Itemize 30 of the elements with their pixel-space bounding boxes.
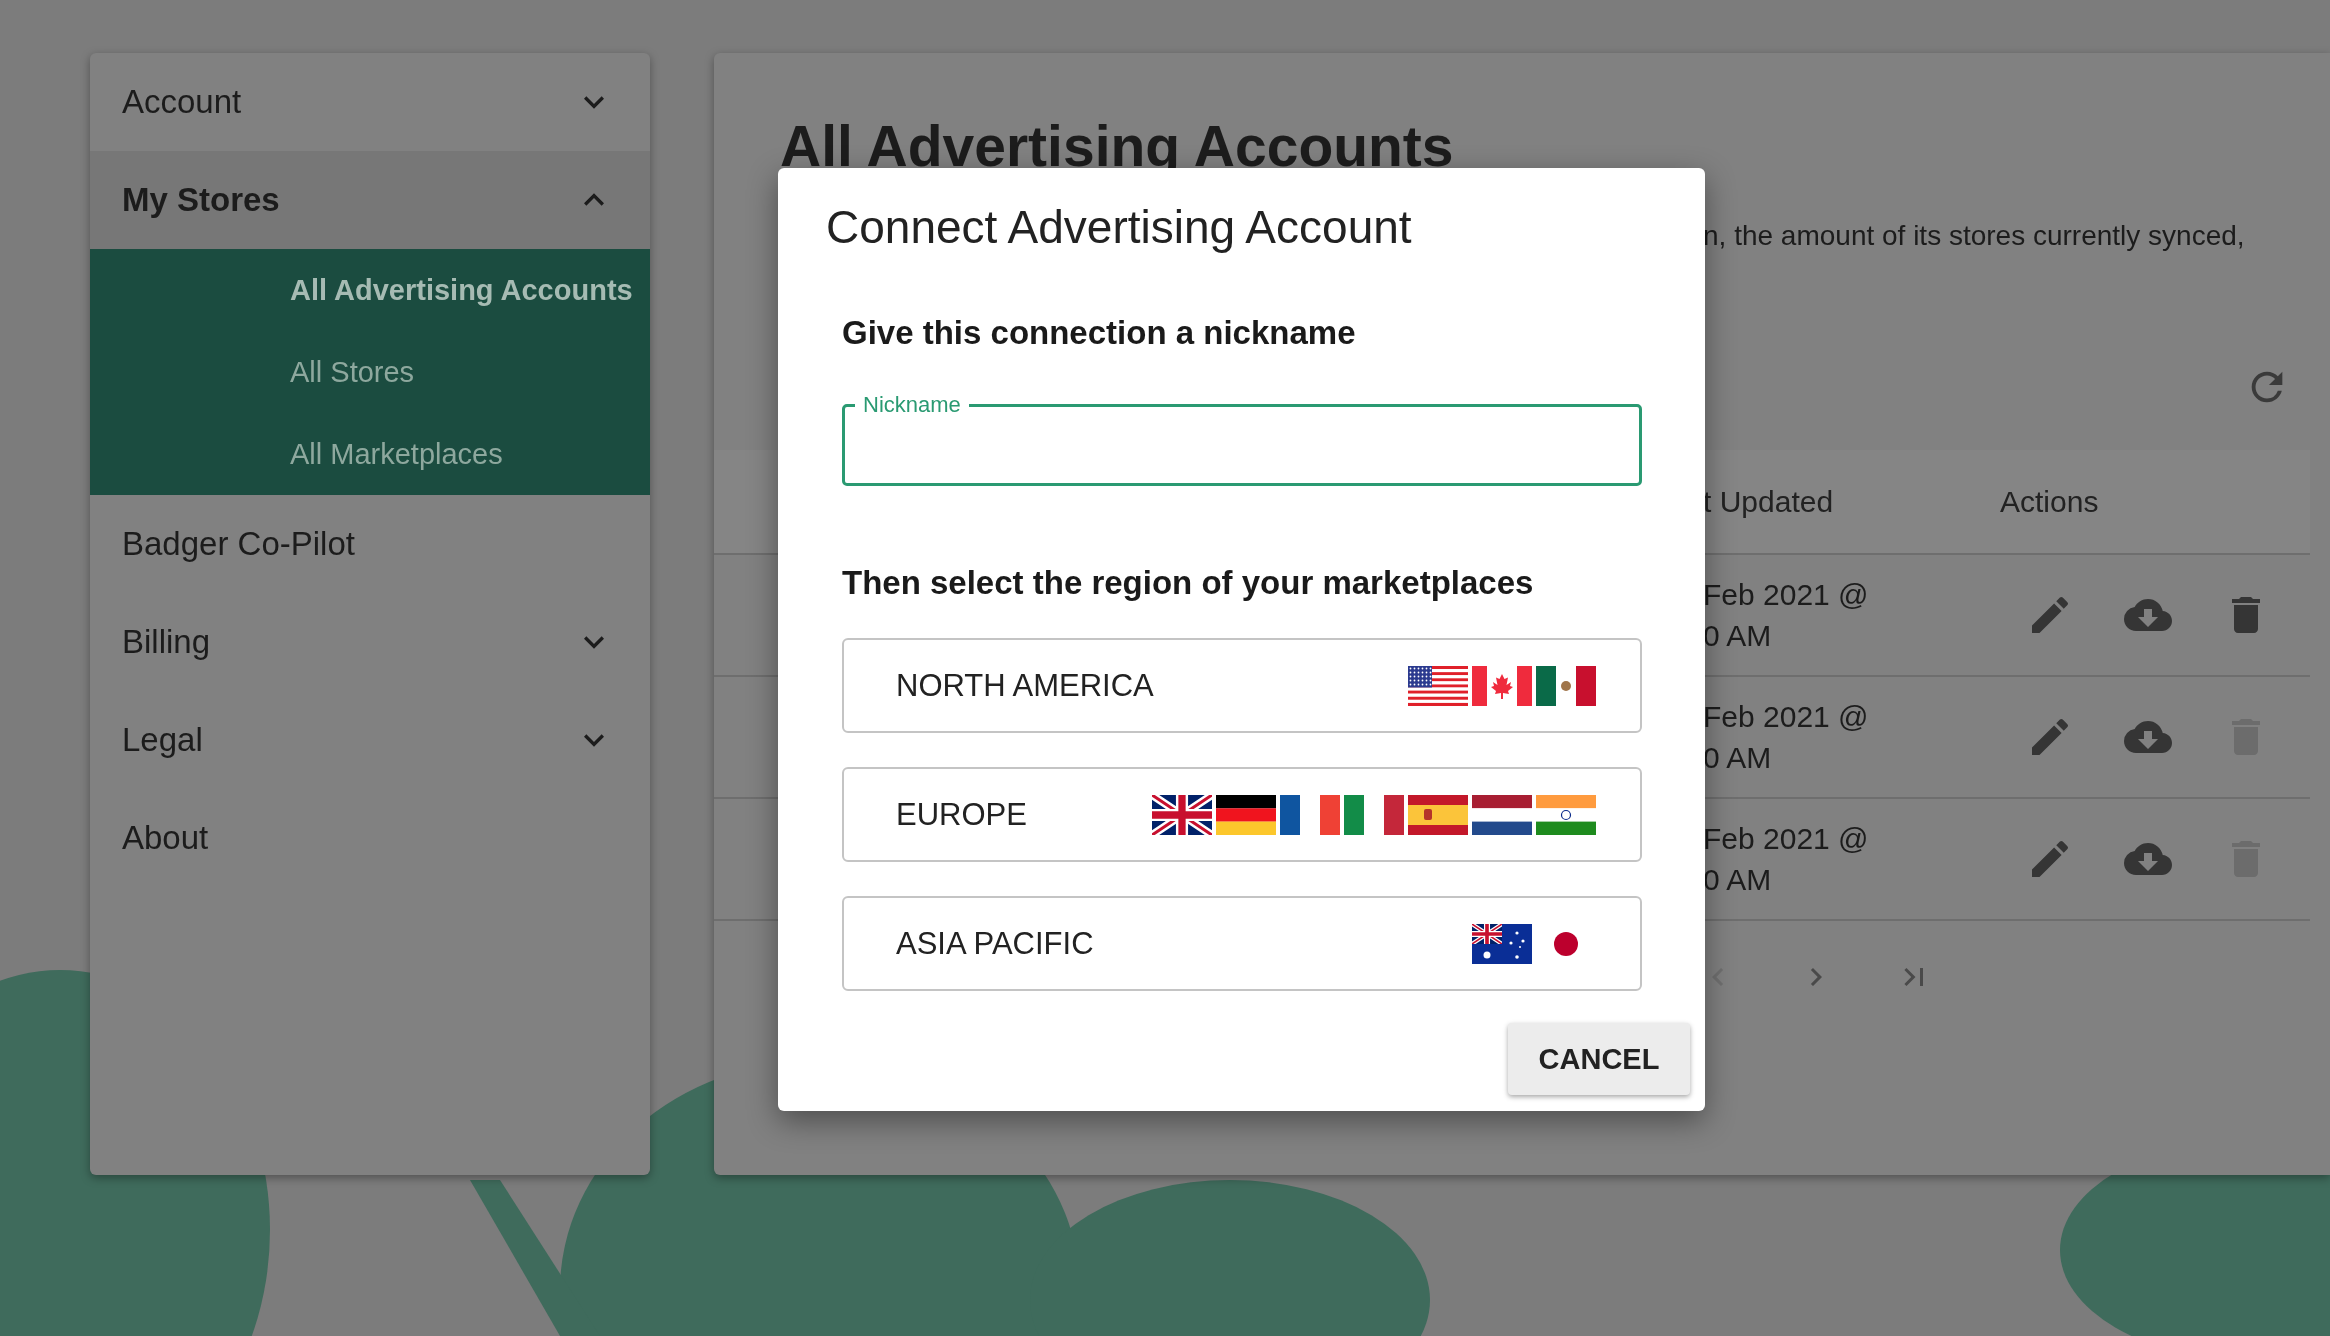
sidebar-item[interactable]: About (90, 789, 650, 887)
region-button[interactable]: ASIA PACIFIC (842, 896, 1642, 991)
italy-flag-icon (1344, 794, 1404, 835)
union-jack-flag-icon (1152, 794, 1212, 835)
sidebar-subitem[interactable]: All Marketplaces (90, 413, 650, 495)
sidebar-item[interactable]: Billing (90, 593, 650, 691)
spain-flag-icon (1408, 794, 1468, 835)
united-states-flag-icon (1408, 665, 1468, 706)
france-flag-icon (1280, 794, 1340, 835)
region-button[interactable]: EUROPE (842, 767, 1642, 862)
germany-flag-icon (1216, 794, 1276, 835)
india-flag-icon (1536, 794, 1596, 835)
cancel-button[interactable]: CANCEL (1508, 1023, 1690, 1095)
mexico-flag-icon (1536, 665, 1596, 706)
region-button[interactable]: NORTH AMERICA (842, 638, 1642, 733)
sidebar-item[interactable]: Account (90, 53, 650, 151)
sidebar-subitem[interactable]: All Advertising Accounts (90, 249, 650, 331)
sidebar-subitem[interactable]: All Stores (90, 331, 650, 413)
section-heading: Then select the region of your marketplaces (842, 564, 1534, 602)
page-description: n, the amount of its stores currently synced, (1703, 219, 2245, 253)
canada-flag-icon (1472, 665, 1532, 706)
australia-flag-icon (1472, 923, 1532, 964)
sidebar-item[interactable]: Legal (90, 691, 650, 789)
netherlands-flag-icon (1472, 794, 1532, 835)
sidebar-item[interactable]: Badger Co-Pilot (90, 495, 650, 593)
page-title: All Advertising Accounts (780, 113, 1454, 179)
sidebar-item[interactable]: My Stores (90, 151, 650, 249)
section-heading: Give this connection a nickname (842, 314, 1356, 352)
dialog-title: Connect Advertising Account (826, 200, 1412, 255)
column-header: Actions (2000, 484, 2100, 519)
